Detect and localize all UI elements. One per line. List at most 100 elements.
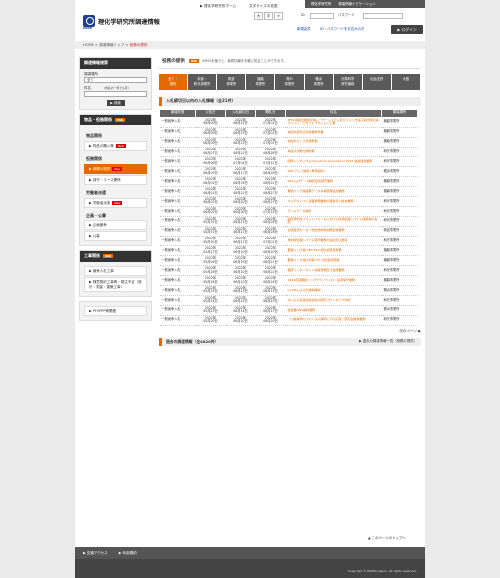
- tab-location-7[interactable]: 仙台支所: [362, 74, 391, 91]
- table-cell: 2022年 06月17日: [255, 305, 286, 316]
- id-input[interactable]: [310, 13, 334, 19]
- font-size-medium-button[interactable]: 中: [264, 12, 273, 20]
- table-cell: 2022年 07月01日: [255, 137, 286, 148]
- page-top-link[interactable]: ▲ このページのトップへ: [368, 536, 406, 541]
- table-cell: 一般競争入札: [159, 216, 196, 227]
- sidebar-item-services[interactable]: ▶ 役務の提供 New: [84, 163, 147, 174]
- table-cell: 一般競争入札: [159, 305, 196, 316]
- tab-location-3[interactable]: 播磨 事業所: [246, 74, 275, 91]
- table-cell: 2022年 06月30日: [225, 206, 256, 217]
- past-list-link[interactable]: ▶ 過去の調達情報一覧（役務の提供）: [359, 339, 417, 344]
- subject-link[interactable]: SNP アレイ解析 (単価契約): [285, 166, 382, 178]
- sidebar-item-ppi[interactable]: ▶ PFI/PPP等関連: [84, 306, 147, 317]
- tab-location-1[interactable]: 本部・ 和光事業所: [188, 74, 217, 91]
- rss-icon[interactable]: RSS: [103, 254, 114, 259]
- table-cell: 播磨事業所: [381, 117, 418, 128]
- sidebar-item-goods-purchase[interactable]: ▶ 物品の購入等 New: [84, 141, 147, 152]
- tab-location-6[interactable]: 計算科学 研究機構: [333, 74, 362, 91]
- subject-link[interactable]: 放射線管理システム保守業務の追加及び更新: [285, 236, 382, 247]
- subject-link[interactable]: 理研インターネット基盤整備及び運用業務: [285, 265, 382, 277]
- new-badge: New: [112, 200, 123, 205]
- table-cell: 一般競争入札: [159, 285, 196, 296]
- table-cell: 2022年 06月16日: [225, 176, 256, 188]
- table-cell: 2022年 06月21日: [225, 236, 256, 247]
- header-bar-item[interactable]: 理化学研究所: [311, 2, 331, 6]
- subject-link[interactable]: 「心臓病学のメカニズム解明とその応用」研究会事務業務: [285, 315, 382, 326]
- table-cell: 2022年 06月09日: [195, 127, 226, 138]
- table-cell: 2022年 06月13日: [225, 285, 256, 296]
- subject-link[interactable]: XFEL用検出器用交換レーザーシステム及びライン光電子検出用高速ブリッジ・エクス…: [285, 117, 382, 128]
- subject-link[interactable]: 蓄積リング棟 HEX-ESA-用分析装置整備: [285, 245, 382, 257]
- header-bar-item[interactable]: 調達情報ナビゲーション: [338, 2, 375, 6]
- sidebar-item-public[interactable]: ▶ 公募: [84, 231, 147, 242]
- font-size-large-button[interactable]: 大: [254, 12, 263, 20]
- table-cell: 横浜事業所: [381, 285, 418, 296]
- password-input[interactable]: [363, 13, 403, 19]
- subject-link[interactable]: 運営業DNA解析業務: [285, 305, 382, 316]
- table-cell: 2022年 06月28日: [255, 226, 286, 237]
- subject-link[interactable]: 脳科学総合プラットフォームにおける情報処理システム運用等の実施: [285, 216, 382, 227]
- subject-link[interactable]: SPring-8データ解析装置保守業務: [285, 176, 382, 188]
- subject-link[interactable]: 蓄積リング棟冷却塔CTC 分析装置整備: [285, 255, 382, 267]
- table-cell: 一般競争入札: [159, 137, 196, 148]
- next-page-link[interactable]: 次のページ ▶: [159, 329, 421, 333]
- table-cell: 2022年 05月20日: [195, 315, 226, 326]
- table-cell: 2022年 06月23日: [225, 137, 256, 148]
- tab-location-4[interactable]: 神戸 事業所: [275, 74, 304, 91]
- table-cell: 一般競争入札: [159, 156, 196, 168]
- subject-input[interactable]: [84, 90, 147, 97]
- table-cell: 2022年 06月21日: [225, 216, 256, 227]
- table-row: 一般競争入札 2022年 05月26日 2022年 06月10日 2022年 06月1…: [159, 275, 418, 287]
- site-title[interactable]: 理化学研究所調達情報: [98, 19, 160, 26]
- rss-icon[interactable]: RSS: [115, 117, 126, 122]
- sidebar-item-planning[interactable]: ▶ 企画競争: [84, 220, 147, 231]
- sidebar-item-dispatch[interactable]: ▶ 労働者派遣 New: [84, 197, 147, 208]
- rss-icon[interactable]: RSS: [188, 59, 200, 63]
- table-cell: 播磨事業所: [381, 245, 418, 257]
- subject-link[interactable]: 本館外ポンプ点検整備: [285, 137, 382, 148]
- riken-home-link[interactable]: ▶ 理化学研究所ホーム: [200, 4, 236, 8]
- table-cell: 一般競争入札: [159, 315, 196, 326]
- subject-link[interactable]: 生物資源センター微生物材料開発室等業務: [285, 226, 382, 237]
- breadcrumb-mid[interactable]: 調達情報トップ: [99, 43, 124, 47]
- forgot-password-link[interactable]: ID・パスワードをお忘れの方: [320, 27, 364, 32]
- font-size-small-button[interactable]: 小: [274, 12, 283, 20]
- table-cell: 和光事業所: [381, 265, 418, 277]
- subject-link[interactable]: 蓄積リング棟設備データ系等整備追加業務: [285, 186, 382, 197]
- table-cell: 和光事業所: [381, 236, 418, 247]
- register-link[interactable]: 新規会員: [297, 27, 311, 32]
- table-cell: 2022年 06月20日: [255, 245, 286, 257]
- footer-access-link[interactable]: ▶ 交通アクセス: [83, 551, 108, 555]
- sidebar-item-maintenance[interactable]: ▶ 保守・リース関係: [84, 175, 147, 186]
- subject-link[interactable]: AIによる多目的最適化の研究プロトタイプ作成: [285, 295, 382, 306]
- place-select[interactable]: 全て: [84, 76, 147, 83]
- sidebar-item-works-contract[interactable]: ▶ 随意契約工事等・発注予定（設計・測量・建築工事）: [84, 277, 147, 293]
- subject-link[interactable]: ゲノムデータ解析: [285, 206, 382, 217]
- riken-logo-icon[interactable]: [83, 15, 95, 27]
- table-cell: 一般競争入札: [159, 127, 196, 138]
- table-row: 一般競争入札 2022年 05月27日 2022年 06月10日 2022年 06月2…: [159, 245, 418, 257]
- table-cell: 2022年 06月16日: [225, 255, 256, 267]
- sidebar-item-works-bid[interactable]: ▶ 競争入札工事: [84, 266, 147, 277]
- subject-link[interactable]: LC-MSによる代謝物解析: [285, 285, 382, 296]
- tab-location-5[interactable]: 横浜 事業所: [304, 74, 333, 91]
- footer-terms-link[interactable]: ▶ 利用規約: [119, 551, 137, 555]
- subject-label: 件名: [84, 85, 91, 90]
- tab-location-0[interactable]: 全て・ 提供: [159, 74, 188, 91]
- table-cell: 2022年 06月21日: [225, 186, 256, 197]
- subject-link[interactable]: マルチキャスト基盤整備業務の更新及び拡充業務: [285, 196, 382, 207]
- table-cell: 和光事業所: [381, 216, 418, 227]
- search-button[interactable]: ▶ 検索: [106, 99, 125, 106]
- tab-location-2[interactable]: 筑波 事業所: [217, 74, 246, 91]
- subject-link[interactable]: 本館冷凍機分解整備: [285, 147, 382, 158]
- table-cell: 一般競争入札: [159, 117, 196, 128]
- breadcrumb-home[interactable]: HOME: [83, 43, 94, 47]
- subject-link[interactable]: 本館外装周辺清掃業務作業: [285, 127, 382, 138]
- page-title: 役務の提供 RSS ※RSSを使うと、新着情報を手軽に知ることができます。: [159, 57, 421, 70]
- login-button[interactable]: ▶ ログイン: [391, 25, 423, 34]
- font-size-label: 文字サイズの変更: [249, 4, 278, 8]
- table-cell: 一般競争入札: [159, 275, 196, 287]
- subject-link[interactable]: 国際シンポジウム(Quantum Innovation) 2022 会議運営業務: [285, 156, 382, 168]
- subject-link[interactable]: 2022年度蓄積リングクライストロン電源保守業務: [285, 275, 382, 287]
- tab-location-8[interactable]: 大阪: [391, 74, 420, 91]
